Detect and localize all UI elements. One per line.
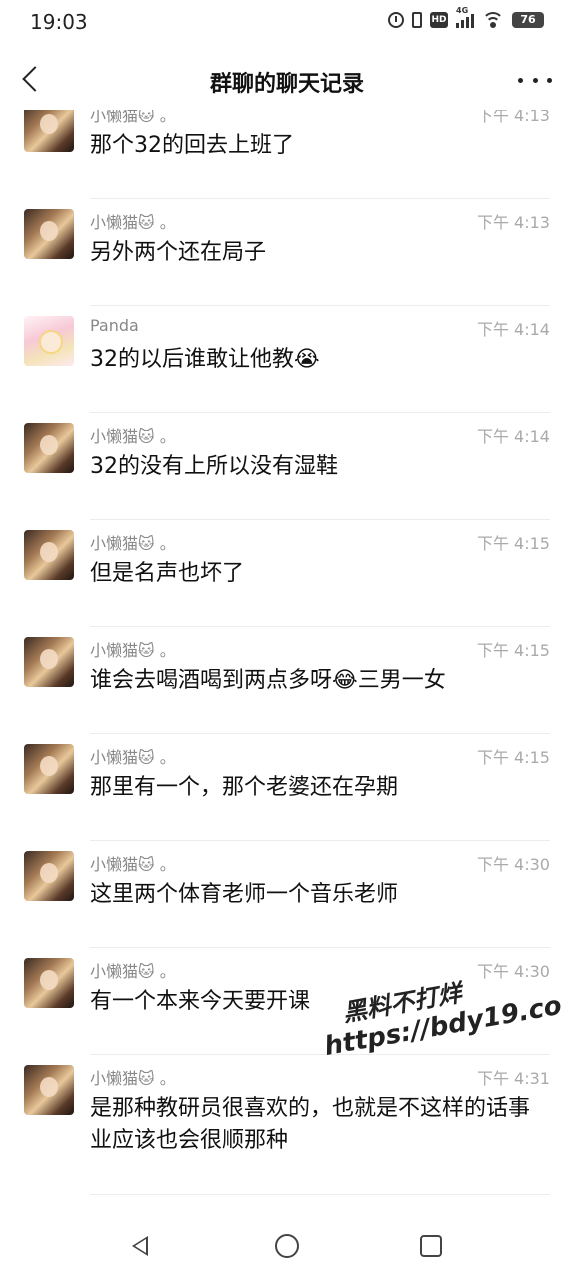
sender-name: 小懒猫🐱 。 <box>90 534 176 553</box>
system-navigation-bar <box>0 1212 574 1280</box>
sender-name: 小懒猫🐱 。 <box>90 641 176 660</box>
nav-back-icon[interactable] <box>132 1236 148 1256</box>
more-dot-icon <box>547 77 552 83</box>
message-item[interactable]: 小懒猫🐱 。 下午 4:13 另外两个还在局子 <box>0 199 574 306</box>
more-dot-icon <box>532 77 538 83</box>
message-text: 另外两个还在局子 <box>90 240 267 265</box>
message-item[interactable]: 小懒猫🐱 。 下午 4:15 但是名声也坏了 <box>0 520 574 627</box>
message-time: 下午 4:31 <box>476 1069 550 1088</box>
chat-history-list[interactable]: 小懒猫🐱 。 下午 4:13 那个32的回去上班了 小懒猫🐱 。 下午 4:13… <box>0 110 574 1212</box>
avatar[interactable] <box>24 637 74 687</box>
message-item[interactable]: 小懒猫🐱 。 下午 4:14 32的没有上所以没有湿鞋 <box>0 413 574 520</box>
avatar[interactable] <box>24 958 74 1008</box>
page-title: 群聊的聊天记录 <box>209 72 364 97</box>
status-icons: HD 4G 76 <box>388 6 544 28</box>
message-text: 32的以后谁敢让他教😭 <box>90 347 320 372</box>
sender-name: Panda <box>90 316 139 335</box>
message-item[interactable]: 小懒猫🐱 。 下午 4:15 谁会去喝酒喝到两点多呀😂三男一女 <box>0 627 574 734</box>
sender-name: 小懒猫🐱 。 <box>90 1069 176 1088</box>
battery-icon: 76 <box>512 12 544 28</box>
sender-name: 小懒猫🐱 。 <box>90 962 176 981</box>
avatar[interactable] <box>24 1065 74 1115</box>
message-text: 是那种教研员很喜欢的，也就是不这样的话事业应该也会很顺那种 <box>90 1096 531 1153</box>
alarm-icon <box>388 12 404 28</box>
avatar[interactable] <box>24 423 74 473</box>
sender-name: 小懒猫🐱 。 <box>90 213 176 232</box>
more-options-button[interactable] <box>518 66 552 94</box>
message-time: 下午 4:14 <box>476 320 550 339</box>
message-time: 下午 4:30 <box>476 855 550 874</box>
wifi-icon <box>482 12 504 28</box>
nav-recent-apps-icon[interactable] <box>420 1235 442 1257</box>
avatar[interactable] <box>24 530 74 580</box>
vibrate-icon <box>412 12 422 28</box>
message-item[interactable]: 小懒猫🐱 。 下午 4:30 这里两个体育老师一个音乐老师 <box>0 841 574 948</box>
message-text: 那个32的回去上班了 <box>90 133 294 158</box>
sender-name: 小懒猫🐱 。 <box>90 855 176 874</box>
network-type-label: 4G <box>456 6 469 15</box>
message-text: 那里有一个，那个老婆还在孕期 <box>90 775 399 800</box>
avatar[interactable] <box>24 110 74 152</box>
cellular-signal-icon: 4G <box>456 6 474 28</box>
message-time: 下午 4:13 <box>476 213 550 232</box>
message-item[interactable]: 小懒猫🐱 。 下午 4:13 那个32的回去上班了 <box>0 110 574 199</box>
message-time: 下午 4:14 <box>476 427 550 446</box>
message-item[interactable]: 小懒猫🐱 。 下午 4:31 是那种教研员很喜欢的，也就是不这样的话事业应该也会… <box>0 1055 574 1195</box>
sender-name: 小懒猫🐱 。 <box>90 427 176 446</box>
message-text: 这里两个体育老师一个音乐老师 <box>90 882 399 907</box>
message-text: 但是名声也坏了 <box>90 561 245 586</box>
avatar[interactable] <box>24 316 74 366</box>
message-time: 下午 4:15 <box>476 534 550 553</box>
divider <box>90 1194 550 1195</box>
header: 群聊的聊天记录 <box>0 50 574 110</box>
avatar[interactable] <box>24 851 74 901</box>
message-item[interactable]: Panda 下午 4:14 32的以后谁敢让他教😭 <box>0 306 574 413</box>
status-bar: 19:03 HD 4G 76 <box>0 0 574 44</box>
nav-home-icon[interactable] <box>275 1234 299 1258</box>
more-dot-icon <box>518 77 523 83</box>
avatar[interactable] <box>24 209 74 259</box>
message-text: 32的没有上所以没有湿鞋 <box>90 454 338 479</box>
status-time: 19:03 <box>30 10 88 34</box>
hd-icon: HD <box>430 12 448 28</box>
message-time: 下午 4:15 <box>476 641 550 660</box>
sender-name: 小懒猫🐱 。 <box>90 110 176 125</box>
message-item[interactable]: 小懒猫🐱 。 下午 4:15 那里有一个，那个老婆还在孕期 <box>0 734 574 841</box>
avatar[interactable] <box>24 744 74 794</box>
sender-name: 小懒猫🐱 。 <box>90 748 176 767</box>
message-text: 谁会去喝酒喝到两点多呀😂三男一女 <box>90 668 446 693</box>
message-time: 下午 4:15 <box>476 748 550 767</box>
message-time: 下午 4:13 <box>476 110 550 125</box>
